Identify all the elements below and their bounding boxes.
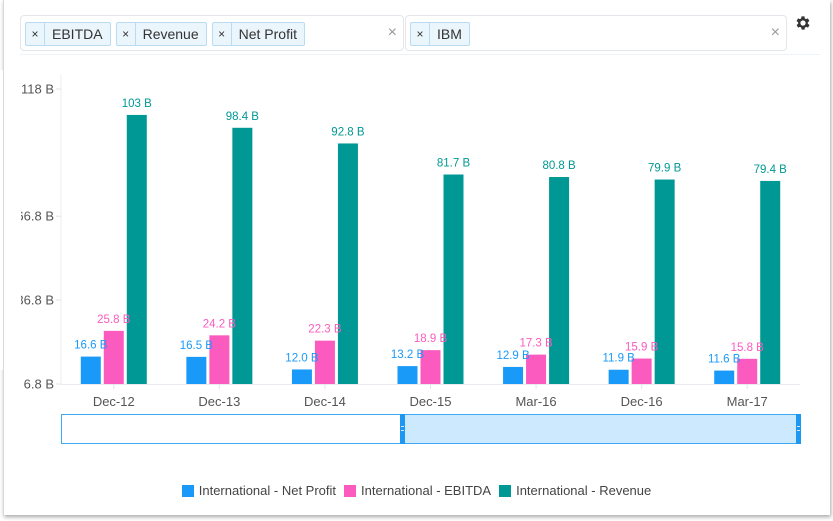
legend-swatch [499, 484, 512, 497]
data-label: 12.9 B [496, 350, 530, 362]
range-navigator[interactable] [61, 414, 801, 444]
legend-label: International - Net Profit [198, 483, 337, 498]
x-tick-label: Dec-13 [198, 394, 240, 409]
legend-item-revenue[interactable]: International - Revenue [499, 483, 651, 498]
legend-swatch [344, 484, 357, 497]
bar[interactable] [126, 114, 147, 385]
bar[interactable] [80, 356, 101, 384]
data-label: 11.9 B [602, 353, 635, 365]
data-label: 92.8 B [331, 126, 365, 138]
navigator-selection[interactable] [402, 415, 800, 443]
data-label: 12.0 B [285, 352, 319, 364]
bar[interactable] [232, 127, 253, 384]
data-label: 15.9 B [625, 342, 659, 354]
data-label: 16.6 B [74, 340, 108, 352]
bar[interactable] [608, 369, 629, 384]
data-label: 79.9 B [648, 163, 682, 175]
y-tick-label: 36.8 B [16, 293, 54, 308]
x-tick-label: Dec-14 [304, 394, 346, 409]
x-tick-label: Mar-17 [727, 394, 768, 409]
legend: International - Net Profit International… [0, 483, 833, 498]
bar[interactable] [397, 366, 418, 384]
y-tick-label: 66.8 B [16, 209, 54, 224]
x-tick-label: Dec-16 [621, 394, 663, 409]
bar[interactable] [549, 177, 570, 384]
x-tick-label: Mar-16 [515, 394, 556, 409]
legend-label: International - EBITDA [361, 483, 492, 498]
data-label: 98.4 B [226, 111, 260, 123]
x-tick-label: Dec-15 [410, 394, 452, 409]
legend-swatch [181, 484, 194, 497]
data-label: 81.7 B [437, 158, 471, 170]
data-label: 80.8 B [542, 160, 576, 172]
data-label: 11.6 B [708, 354, 741, 366]
y-tick-label: 118 B [21, 82, 54, 97]
legend-item-net-profit[interactable]: International - Net Profit [181, 483, 337, 498]
x-tick-label: Dec-12 [93, 394, 135, 409]
bar[interactable] [337, 143, 358, 384]
grip-icon [401, 426, 404, 431]
data-label: 15.8 B [731, 342, 765, 354]
data-labels: 16.6 B 25.8 B 103 B 16.5 B 24.2 B 98.4 B 12.0 … [74, 98, 787, 366]
navigator-left-handle[interactable] [400, 414, 405, 444]
data-label: 16.5 B [180, 340, 214, 352]
data-label: 22.3 B [308, 324, 342, 336]
bar[interactable] [503, 366, 524, 384]
legend-label: International - Revenue [516, 483, 652, 498]
data-label: 103 B [122, 98, 152, 110]
data-label: 24.2 B [203, 318, 237, 330]
data-label: 18.9 B [414, 333, 448, 345]
data-label: 25.8 B [97, 314, 131, 326]
y-tick-label: 6.8 B [24, 377, 54, 392]
bar[interactable] [186, 356, 207, 384]
data-label: 79.4 B [754, 164, 788, 176]
bar[interactable] [291, 369, 312, 384]
legend-item-ebitda[interactable]: International - EBITDA [344, 483, 491, 498]
data-label: 17.3 B [519, 338, 553, 350]
data-label: 13.2 B [391, 349, 425, 361]
navigator-right-handle[interactable] [796, 414, 801, 444]
bar[interactable] [443, 174, 464, 384]
grip-icon [797, 426, 800, 431]
bar[interactable] [714, 370, 735, 384]
